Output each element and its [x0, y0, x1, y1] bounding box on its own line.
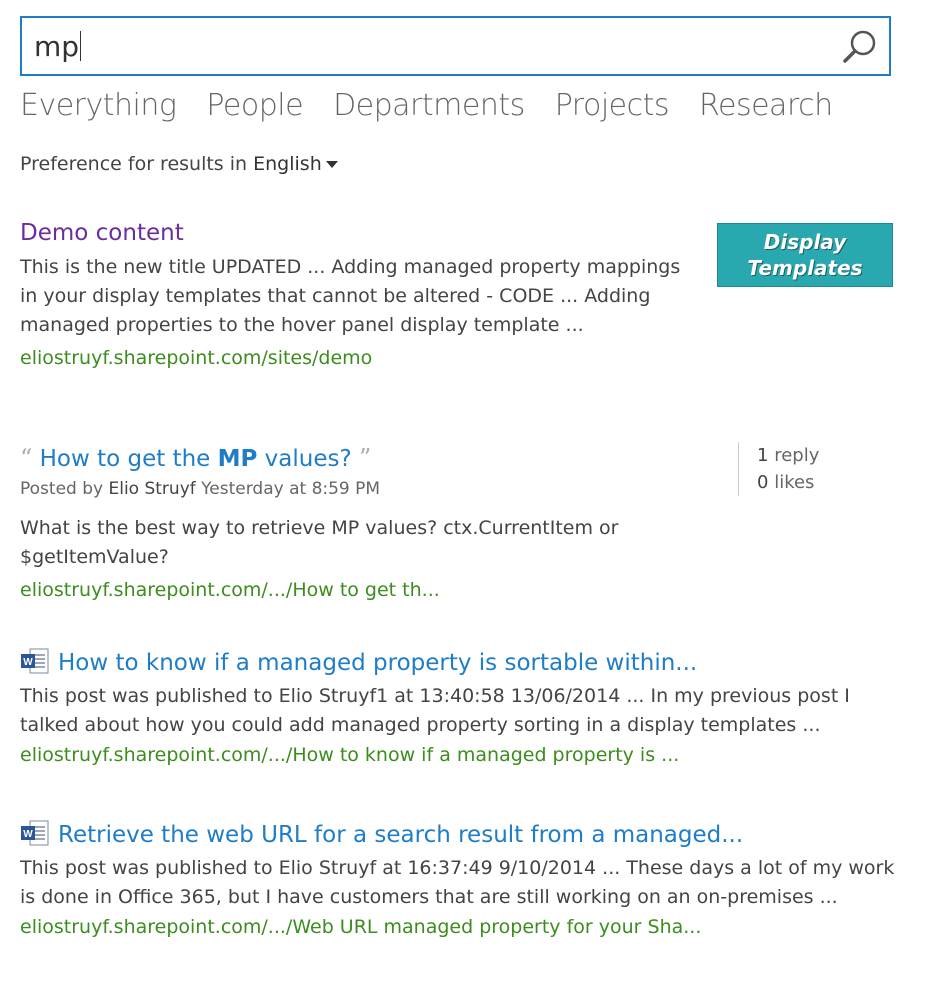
result-description: This is the new title UPDATED ... Adding… — [20, 256, 681, 336]
result-description: What is the best way to retrieve MP valu… — [20, 517, 619, 568]
open-quote-icon: “ — [20, 444, 33, 472]
result-thumbnail[interactable]: Display Templates — [717, 223, 893, 287]
result-item: Demo content This is the new title UPDAT… — [20, 218, 700, 372]
result-description: This post was published to Elio Struyf a… — [20, 857, 895, 908]
preference-label: Preference for results in — [20, 153, 248, 175]
vertical-projects[interactable]: Projects — [555, 86, 670, 126]
vertical-people[interactable]: People — [206, 86, 303, 126]
result-title[interactable]: W How to know if a managed property is s… — [20, 648, 900, 678]
text-caret — [80, 31, 82, 61]
result-title[interactable]: W Retrieve the web URL for a search resu… — [20, 820, 900, 850]
search-icon[interactable] — [841, 28, 879, 66]
language-dropdown[interactable]: English — [253, 153, 338, 175]
post-meta: Posted by Elio Struyf Yesterday at 8:59 … — [20, 479, 381, 499]
reply-count: 1 reply — [757, 445, 820, 466]
result-item: W How to know if a managed property is s… — [20, 648, 900, 769]
discussion-result: “ How to get the MP values? ” Posted by … — [20, 443, 700, 604]
result-title[interactable]: Demo content — [20, 218, 700, 248]
discussion-stats: 1 reply 0 likes — [738, 442, 819, 496]
word-document-icon: W — [21, 648, 49, 674]
vertical-research[interactable]: Research — [699, 86, 833, 126]
language-value: English — [253, 153, 322, 175]
result-item: W Retrieve the web URL for a search resu… — [20, 820, 900, 941]
author-name[interactable]: Elio Struyf — [108, 479, 195, 499]
search-box[interactable]: mp — [20, 16, 891, 76]
word-document-icon: W — [21, 820, 49, 846]
discussion-title[interactable]: “ How to get the MP values? ” — [20, 443, 700, 474]
search-verticals: Everything People Departments Projects Resea… — [20, 86, 863, 126]
vertical-everything[interactable]: Everything — [20, 86, 177, 126]
vertical-departments[interactable]: Departments — [333, 86, 525, 126]
post-time: Yesterday at 8:59 PM — [201, 479, 381, 499]
svg-text:W: W — [23, 657, 33, 668]
like-count: 0 likes — [757, 472, 815, 493]
result-url[interactable]: eliostruyf.sharepoint.com/.../Web URL ma… — [20, 913, 900, 941]
result-url[interactable]: eliostruyf.sharepoint.com/sites/demo — [20, 344, 700, 372]
language-preference: Preference for results in English — [20, 150, 338, 178]
result-url[interactable]: eliostruyf.sharepoint.com/.../How to kno… — [20, 741, 900, 769]
result-url[interactable]: eliostruyf.sharepoint.com/.../How to get… — [20, 576, 700, 604]
search-input[interactable]: mp — [34, 30, 82, 64]
chevron-down-icon — [325, 161, 338, 168]
svg-text:W: W — [23, 829, 33, 840]
result-description: This post was published to Elio Struyf1 … — [20, 685, 850, 736]
close-quote-icon: ” — [359, 444, 372, 472]
